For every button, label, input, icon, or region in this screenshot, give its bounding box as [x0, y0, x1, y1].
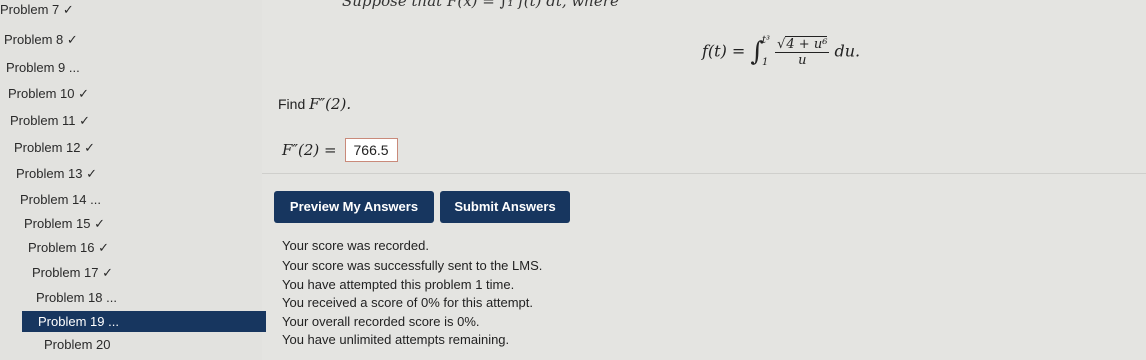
find-prefix: Find: [278, 96, 306, 112]
sidebar-item-problem-13[interactable]: Problem 13 ✓: [16, 166, 97, 182]
sidebar-item-problem-17[interactable]: Problem 17 ✓: [32, 265, 113, 281]
message-attempts-remaining: You have unlimited attempts remaining.: [282, 332, 510, 347]
message-attempt-score: You received a score of 0% for this atte…: [282, 295, 533, 310]
sidebar-item-problem-18[interactable]: Problem 18 ...: [36, 290, 117, 305]
sidebar-item-problem-20[interactable]: Problem 20: [44, 337, 110, 352]
find-instruction: Find F″(2).: [278, 95, 351, 113]
section-divider: [262, 173, 1146, 174]
sidebar-item-problem-19[interactable]: Problem 19 ...: [22, 311, 266, 332]
answer-label: F″(2) =: [282, 141, 337, 159]
sidebar-item-problem-10[interactable]: Problem 10 ✓: [8, 86, 89, 102]
preview-answers-button[interactable]: Preview My Answers: [274, 191, 434, 223]
sidebar-item-problem-15[interactable]: Problem 15 ✓: [24, 216, 105, 232]
message-overall-score: Your overall recorded score is 0%.: [282, 314, 480, 329]
answer-row: F″(2) = 766.5: [282, 138, 398, 162]
sidebar-item-problem-12[interactable]: Problem 12 ✓: [14, 140, 95, 156]
submit-answers-button[interactable]: Submit Answers: [440, 191, 570, 223]
sidebar-item-problem-16[interactable]: Problem 16 ✓: [28, 240, 109, 256]
sidebar-item-problem-11[interactable]: Problem 11 ✓: [10, 113, 90, 129]
problem-sidebar: Problem 7 ✓ Problem 8 ✓ Problem 9 ... Pr…: [0, 0, 266, 360]
find-expression: F″(2).: [309, 95, 352, 113]
sidebar-item-problem-7[interactable]: Problem 7 ✓: [0, 2, 74, 18]
problem-statement-fragment: Suppose that F(x) = ∫₁ f(t) dt, where: [342, 0, 619, 10]
answer-input[interactable]: 766.5: [344, 138, 398, 162]
integrand-differential: du.: [834, 41, 861, 61]
sidebar-item-problem-14[interactable]: Problem 14 ...: [20, 192, 101, 207]
integrand-denominator: u: [798, 52, 807, 68]
function-definition: f(t) = ∫ t³ 1 √4 + u⁶ u du.: [702, 30, 860, 74]
message-lms-sent: Your score was successfully sent to the …: [282, 258, 543, 273]
integrand-numerator: 4 + u⁶: [785, 35, 828, 52]
sidebar-item-problem-9[interactable]: Problem 9 ...: [6, 60, 80, 75]
integrand-fraction: √4 + u⁶ u: [775, 35, 830, 68]
message-attempt-count: You have attempted this problem 1 time.: [282, 277, 515, 292]
sidebar-item-problem-8[interactable]: Problem 8 ✓: [4, 32, 78, 48]
integral-lower-limit: 1: [761, 57, 769, 68]
integral-upper-limit: t³: [761, 35, 770, 46]
function-lhs: f(t) =: [702, 41, 746, 61]
problem-content: Suppose that F(x) = ∫₁ f(t) dt, where f(…: [262, 0, 1146, 360]
message-score-recorded: Your score was recorded.: [282, 238, 429, 253]
